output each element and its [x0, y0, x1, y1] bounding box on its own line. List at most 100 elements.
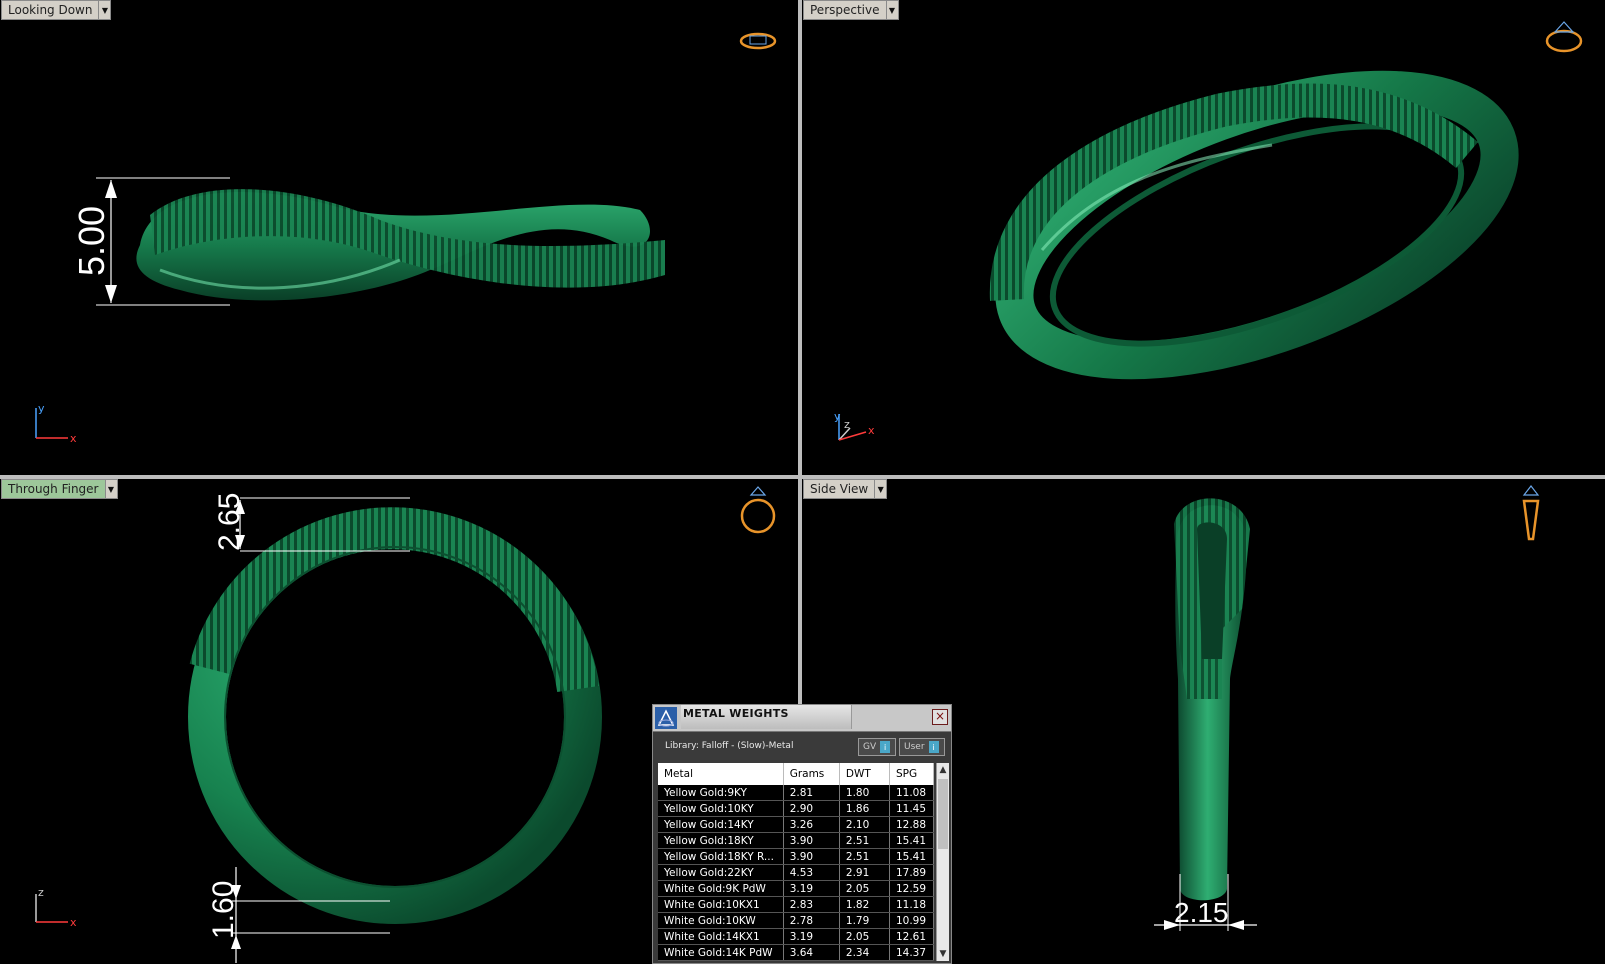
metal-cell: Yellow Gold:22KY [658, 864, 784, 881]
viewport-label-text: Through Finger [1, 479, 106, 499]
dwt-cell: 2.10 [839, 816, 890, 833]
grams-cell: 3.19 [783, 928, 840, 945]
user-toggle[interactable]: User i [899, 738, 945, 756]
dwt-cell: 2.05 [839, 928, 890, 945]
spg-cell: 12.59 [889, 880, 935, 897]
vertical-scrollbar[interactable]: ▲ ▼ [936, 763, 949, 961]
scroll-down-icon[interactable]: ▼ [937, 947, 949, 961]
viewport-perspective[interactable]: y z x Perspective ▼ [802, 0, 1605, 475]
table-row[interactable]: Yellow Gold:22KY 4.53 2.91 17.89 [658, 864, 935, 881]
metal-cell: White Gold:14K PdW [658, 944, 784, 961]
viewport-label-side-view[interactable]: Side View ▼ [803, 479, 888, 499]
dwt-cell: 2.51 [839, 848, 890, 865]
metal-weights-header[interactable]: METAL WEIGHTS × [653, 705, 951, 732]
grams-cell: 2.90 [783, 800, 840, 817]
chevron-down-icon[interactable]: ▼ [875, 479, 888, 499]
dimension-label-2-15: 2.15 [1174, 897, 1229, 928]
viewport-label-looking-down[interactable]: Looking Down ▼ [1, 0, 112, 20]
metal-weights-title: METAL WEIGHTS [683, 707, 789, 720]
dwt-cell: 2.34 [839, 944, 890, 961]
metal-weights-table: Metal Grams DWT SPG Yellow Gold:9KY 2.81 1… [658, 763, 935, 961]
x-axis-label: x [70, 432, 77, 445]
metal-cell: White Gold:10KX1 [658, 896, 784, 913]
gv-toggle[interactable]: GV i [858, 738, 896, 756]
ring-render-perspective: y z x [834, 21, 1583, 441]
grams-cell: 3.90 [783, 848, 840, 865]
ring-render-looking-down: 5.00 y x [35, 32, 777, 445]
spg-cell: 15.41 [889, 832, 935, 849]
viewport-looking-down[interactable]: 5.00 y x Looking Down ▼ [0, 0, 798, 475]
dimension-label-5: 5.00 [71, 206, 112, 276]
table-row[interactable]: Yellow Gold:9KY 2.81 1.80 11.08 [658, 785, 935, 801]
y-axis-label: y [834, 410, 841, 423]
dimension-label-1-60: 1.60 [207, 881, 240, 939]
metal-cell: White Gold:9K PdW [658, 880, 784, 897]
viewport-label-text: Looking Down [1, 0, 100, 20]
spg-cell: 12.88 [889, 816, 935, 833]
dwt-cell: 2.05 [839, 880, 890, 897]
x-axis-label: x [70, 916, 77, 929]
chevron-down-icon[interactable]: ▼ [99, 0, 112, 20]
table-row[interactable]: Yellow Gold:18KY R... 3.90 2.51 15.41 [658, 848, 935, 865]
gv-toggle-label: GV [863, 742, 877, 752]
z-axis-label: z [844, 418, 850, 431]
chevron-down-icon[interactable]: ▼ [105, 479, 118, 499]
table-row[interactable]: Yellow Gold:10KY 2.90 1.86 11.45 [658, 800, 935, 817]
info-icon: i [880, 741, 891, 753]
chevron-down-icon[interactable]: ▼ [886, 0, 899, 20]
viewport-label-text: Side View [803, 479, 876, 499]
table-row[interactable]: White Gold:10KW 2.78 1.79 10.99 [658, 912, 935, 929]
ring-orientation-icon [1522, 485, 1540, 541]
grams-cell: 3.19 [783, 880, 840, 897]
grams-cell: 3.26 [783, 816, 840, 833]
spg-cell: 15.41 [889, 848, 935, 865]
scroll-up-icon[interactable]: ▲ [937, 763, 949, 777]
y-axis-label: y [38, 402, 45, 415]
spg-cell: 11.08 [889, 785, 935, 801]
column-header-dwt[interactable]: DWT [839, 763, 890, 785]
table-row[interactable]: White Gold:14K PdW 3.64 2.34 14.37 [658, 944, 935, 961]
library-label: Library: Falloff - (Slow)-Metal [665, 741, 794, 751]
ring-orientation-icon [739, 32, 777, 50]
metal-weights-logo-icon [655, 707, 677, 729]
metal-cell: Yellow Gold:9KY [658, 785, 784, 801]
table-row[interactable]: White Gold:10KX1 2.83 1.82 11.18 [658, 896, 935, 913]
table-row[interactable]: Yellow Gold:18KY 3.90 2.51 15.41 [658, 832, 935, 849]
user-toggle-label: User [904, 742, 925, 752]
table-header-row: Metal Grams DWT SPG [658, 763, 935, 785]
dwt-cell: 2.51 [839, 832, 890, 849]
spg-cell: 17.89 [889, 864, 935, 881]
grams-cell: 2.78 [783, 912, 840, 929]
ring-orientation-icon [1545, 21, 1583, 53]
x-axis-label: x [868, 424, 875, 437]
spg-cell: 12.61 [889, 928, 935, 945]
column-header-grams[interactable]: Grams [783, 763, 840, 785]
grams-cell: 2.81 [783, 785, 840, 801]
column-header-metal[interactable]: Metal [658, 763, 784, 785]
metal-cell: Yellow Gold:10KY [658, 800, 784, 817]
z-axis-label: z [38, 886, 44, 899]
metal-cell: Yellow Gold:18KY R... [658, 848, 784, 865]
column-header-spg[interactable]: SPG [889, 763, 935, 785]
metal-cell: Yellow Gold:14KY [658, 816, 784, 833]
dwt-cell: 1.79 [839, 912, 890, 929]
viewport-label-perspective[interactable]: Perspective ▼ [803, 0, 899, 20]
spg-cell: 14.37 [889, 944, 935, 961]
table-row[interactable]: White Gold:9K PdW 3.19 2.05 12.59 [658, 880, 935, 897]
ring-orientation-icon [740, 486, 776, 534]
viewport-label-through-finger[interactable]: Through Finger ▼ [1, 479, 118, 499]
scrollbar-thumb[interactable] [938, 779, 948, 849]
table-row[interactable]: White Gold:14KX1 3.19 2.05 12.61 [658, 928, 935, 945]
metal-weights-panel[interactable]: METAL WEIGHTS × Library: Falloff - (Slow… [652, 704, 952, 964]
spg-cell: 10.99 [889, 912, 935, 929]
dwt-cell: 1.82 [839, 896, 890, 913]
close-button[interactable]: × [932, 709, 948, 725]
metal-cell: White Gold:14KX1 [658, 928, 784, 945]
table-row[interactable]: Yellow Gold:14KY 3.26 2.10 12.88 [658, 816, 935, 833]
spg-cell: 11.18 [889, 896, 935, 913]
metal-cell: White Gold:10KW [658, 912, 784, 929]
grams-cell: 3.64 [783, 944, 840, 961]
info-icon: i [928, 741, 939, 753]
dimension-label-2-65: 2.65 [213, 493, 246, 551]
grams-cell: 3.90 [783, 832, 840, 849]
